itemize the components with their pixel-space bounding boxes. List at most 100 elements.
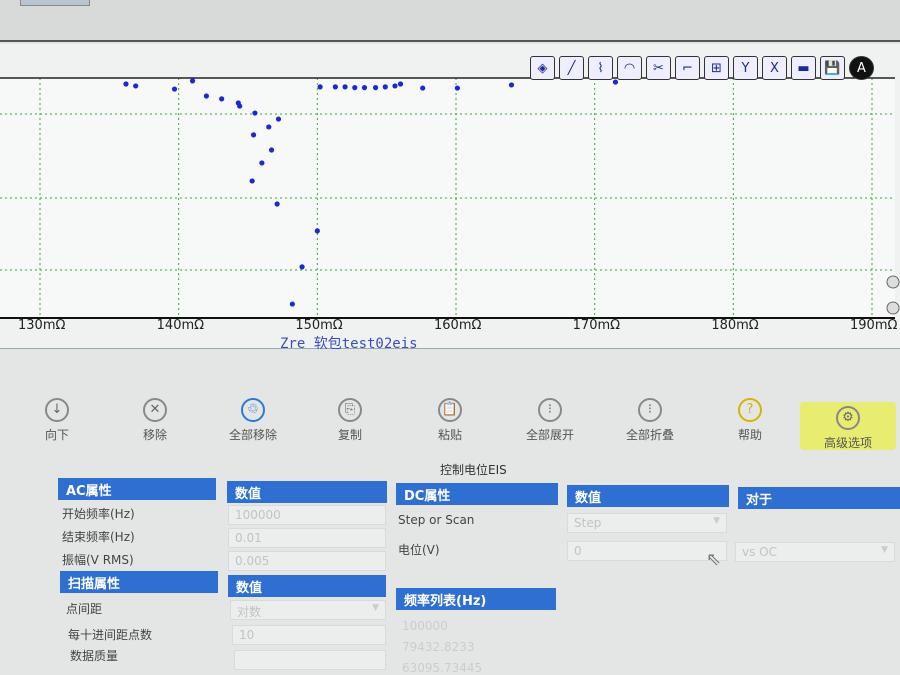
vs-header: 对于	[738, 487, 900, 509]
data-point	[249, 178, 255, 184]
button-label: 全部移除	[228, 428, 277, 442]
zoom-fit-icon[interactable]: ◈	[530, 56, 555, 80]
data-point	[299, 264, 305, 270]
button-label: 全部折叠	[625, 428, 674, 442]
ac-label: 结束频率(Hz)	[62, 530, 135, 544]
data-point	[382, 84, 388, 90]
scan-header: 扫描属性	[60, 571, 218, 593]
scissors-icon[interactable]: ✂	[646, 56, 671, 80]
arrow-down-icon: ↓	[45, 398, 69, 422]
data-point	[252, 110, 258, 116]
toolbar-button-3[interactable]: ⎘ 复制	[305, 398, 395, 443]
data-point	[275, 116, 282, 122]
data-point	[352, 85, 358, 91]
scan-label: 点间距	[66, 602, 103, 616]
data-point	[219, 96, 225, 102]
data-point	[268, 147, 275, 153]
end-frequency-field[interactable]: 0.01	[228, 528, 386, 548]
data-point	[203, 93, 209, 99]
data-point	[237, 103, 243, 109]
toolbar-button-0[interactable]: ↓ 向下	[12, 398, 102, 443]
action-toolbar: ↓ 向下 ✕ 移除 ♲ 全部移除 ⎘ 复制 📋 粘贴 ⁝ 全部展开 ⁝ 全部折叠 ? 帮助 ⚙ 高级选项	[0, 392, 900, 452]
select-value: vs OC	[742, 545, 777, 559]
ac-label: 开始频率(Hz)	[62, 507, 135, 521]
button-label: 粘贴	[437, 428, 462, 442]
x-tick-label: 180mΩ	[711, 318, 759, 333]
ac-value-header: 数值	[227, 481, 387, 503]
y-axis-icon[interactable]: Y	[733, 56, 758, 80]
scan-label: 数据质量	[70, 649, 119, 663]
toolbar-button-6[interactable]: ⁝ 全部折叠	[605, 398, 695, 443]
frequency-list-item[interactable]: 100000	[402, 619, 448, 633]
select-value: 对数	[237, 605, 262, 619]
data-point	[259, 160, 265, 166]
data-point	[361, 85, 368, 91]
frequency-list-header: 频率列表(Hz)	[396, 588, 556, 610]
data-point	[171, 86, 178, 92]
vs-reference-select[interactable]: vs OC ▼	[735, 542, 895, 562]
amplitude-field[interactable]: 0.005	[228, 551, 386, 571]
data-point	[314, 228, 320, 234]
start-frequency-field[interactable]: 100000	[228, 505, 386, 525]
data-point	[508, 82, 515, 88]
data-point	[392, 83, 398, 89]
data-point	[266, 124, 272, 130]
curve-icon[interactable]: ⌇	[588, 56, 613, 80]
recycle-bin-icon: ♲	[241, 398, 265, 422]
dc-header: DC属性	[396, 483, 558, 505]
section-title: 控制电位EIS	[440, 463, 507, 477]
potential-field[interactable]: 0	[567, 541, 727, 561]
data-point	[250, 132, 257, 138]
x-tick-label: 190mΩ	[850, 318, 898, 333]
arc-fit-icon[interactable]: ◠	[617, 56, 642, 80]
button-label: 移除	[142, 428, 167, 442]
data-quality-field[interactable]	[234, 650, 386, 670]
data-point	[133, 83, 139, 89]
toolbar-button-1[interactable]: ✕ 移除	[110, 398, 200, 443]
data-point	[189, 78, 196, 84]
color-bar-icon[interactable]: ▬	[791, 56, 816, 80]
plot-toolbar: ◈ ╱ ⌇ ◠ ✂ ⌐ ⊞ Y X ▬ 💾 A	[530, 56, 874, 80]
toolbar-button-2[interactable]: ♲ 全部移除	[208, 398, 298, 443]
point-spacing-select[interactable]: 对数 ▼	[230, 600, 386, 620]
dc-label: Step or Scan	[398, 513, 475, 527]
toolbar-button-8[interactable]: ⚙ 高级选项	[800, 402, 896, 450]
data-point	[289, 301, 295, 307]
scan-value-header: 数值	[228, 575, 386, 597]
scroll-up-button[interactable]	[886, 275, 900, 289]
toolbar-button-5[interactable]: ⁝ 全部展开	[505, 398, 595, 443]
x-axis-icon[interactable]: X	[762, 56, 787, 80]
data-point	[372, 85, 379, 91]
x-tick-label: 150mΩ	[295, 318, 343, 333]
ac-header: AC属性	[58, 478, 216, 500]
copy-icon: ⎘	[338, 398, 362, 422]
step-icon[interactable]: ⌐	[675, 56, 700, 80]
data-point	[420, 85, 426, 91]
toolbar-button-4[interactable]: 📋 粘贴	[405, 398, 495, 443]
ac-label: 振幅(V RMS)	[62, 553, 134, 567]
data-point	[612, 79, 619, 85]
scroll-down-button[interactable]	[886, 301, 900, 315]
button-label: 帮助	[737, 428, 762, 442]
xy-axis-icon[interactable]: ⊞	[704, 56, 729, 80]
dropdown-arrow-icon: ▼	[372, 603, 379, 613]
button-label: 高级选项	[823, 436, 872, 450]
data-point	[332, 84, 338, 90]
save-icon[interactable]: 💾	[820, 56, 845, 80]
dropdown-arrow-icon: ▼	[713, 516, 720, 526]
data-point	[274, 201, 280, 207]
button-label: 全部展开	[525, 428, 574, 442]
collapse-all-icon: ⁝	[638, 398, 662, 422]
x-tick-label: 170mΩ	[572, 318, 621, 333]
toolbar-button-7[interactable]: ? 帮助	[705, 398, 795, 443]
line-icon[interactable]: ╱	[559, 56, 584, 80]
auto-scale-icon[interactable]: A	[849, 56, 874, 80]
remove-icon: ✕	[143, 398, 167, 422]
scan-label: 每十进间距点数	[68, 628, 153, 642]
frequency-list-item[interactable]: 79432.8233	[402, 640, 475, 654]
points-per-decade-field[interactable]: 10	[232, 625, 386, 645]
x-tick-label: 130mΩ	[18, 318, 66, 333]
step-or-scan-select[interactable]: Step ▼	[567, 513, 727, 533]
data-point	[342, 84, 348, 90]
frequency-list-item[interactable]: 63095.73445	[402, 661, 482, 675]
